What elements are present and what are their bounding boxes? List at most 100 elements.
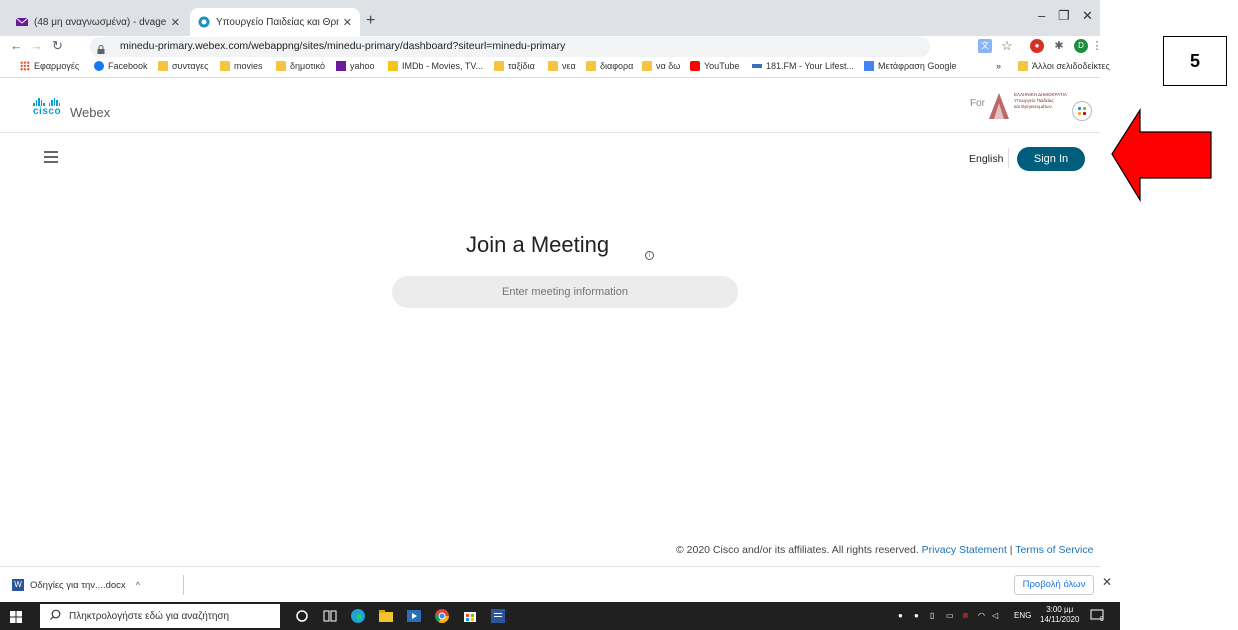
bookmark-folder[interactable]: συνταγες xyxy=(158,61,208,71)
tab-strip: (48 μη αναγνωσμένα) - dvagelal ✕ Υπουργε… xyxy=(0,0,1100,36)
word-app-icon[interactable] xyxy=(490,608,506,624)
page-footer: © 2020 Cisco and/or its affiliates. All … xyxy=(676,544,1093,556)
volume-icon[interactable]: ◁ xyxy=(992,611,998,620)
privacy-statement-link[interactable]: Privacy Statement xyxy=(922,544,1007,556)
chevron-up-icon[interactable]: ^ xyxy=(136,580,140,590)
page-title: Join a Meeting xyxy=(466,232,610,257)
cisco-logo[interactable]: cisco xyxy=(33,98,61,117)
cisco-wordmark: cisco xyxy=(33,106,62,117)
lock-icon[interactable] xyxy=(97,41,105,54)
clock-time: 3:00 μμ xyxy=(1046,605,1074,614)
imdb-icon xyxy=(388,61,398,71)
bookmark-folder[interactable]: movies xyxy=(220,61,263,71)
minimize-button[interactable]: – xyxy=(1038,8,1045,23)
folder-icon xyxy=(158,61,168,71)
bookmark-imdb[interactable]: IMDb - Movies, TV... xyxy=(388,61,483,71)
search-icon xyxy=(50,609,61,623)
tab-gmail[interactable]: (48 μη αναγνωσμένα) - dvagelal ✕ xyxy=(8,8,188,36)
input-language[interactable]: ENG xyxy=(1014,611,1031,620)
url-text: minedu-primary.webex.com/webappng/sites/… xyxy=(120,40,566,52)
close-download-shelf-icon[interactable]: ✕ xyxy=(1102,575,1112,589)
browser-window: (48 μη αναγνωσμένα) - dvagelal ✕ Υπουργε… xyxy=(0,0,1110,630)
show-all-downloads-button[interactable]: Προβολή όλων xyxy=(1014,575,1094,595)
bookmark-star-icon[interactable]: ☆ xyxy=(1000,39,1014,53)
address-bar[interactable]: minedu-primary.webex.com/webappng/sites/… xyxy=(90,37,930,57)
bookmark-folder[interactable]: νεα xyxy=(548,61,576,71)
forward-icon[interactable]: → xyxy=(30,38,43,53)
usb-icon[interactable]: ▯ xyxy=(930,611,934,620)
translate-icon xyxy=(864,61,874,71)
webex-header: cisco Webex xyxy=(0,78,1100,133)
search-placeholder: Πληκτρολογήστε εδώ για αναζήτηση xyxy=(69,610,230,622)
close-tab-icon[interactable]: ✕ xyxy=(343,16,352,29)
profile-avatar[interactable]: D xyxy=(1074,39,1088,53)
media-player-icon[interactable] xyxy=(406,608,422,624)
info-icon[interactable]: i xyxy=(645,251,654,260)
copyright-text: © 2020 Cisco and/or its affiliates. All … xyxy=(676,544,919,556)
bookmark-folder[interactable]: ταξίδια xyxy=(494,61,535,71)
bookmark-apps[interactable]: Εφαρμογές xyxy=(20,61,79,71)
extensions-puzzle-icon[interactable]: ✱ xyxy=(1052,39,1066,53)
navigation-bar: ← → ↻ minedu-primary.webex.com/webappng/… xyxy=(0,36,1103,58)
bookmarks-overflow-button[interactable]: » xyxy=(996,61,1001,71)
cortana-icon[interactable] xyxy=(294,608,310,624)
windows-start-icon[interactable] xyxy=(10,610,22,623)
antivirus-icon[interactable]: ⊗ xyxy=(962,611,969,620)
file-explorer-icon[interactable] xyxy=(378,608,394,624)
edge-icon[interactable] xyxy=(350,608,366,624)
windows-taskbar: Πληκτρολογήστε εδώ για αναζήτηση ● ● ▯ ▭… xyxy=(0,602,1120,630)
security-icon[interactable]: ● xyxy=(914,611,919,620)
network-status-icon[interactable]: ● xyxy=(898,611,903,620)
sign-in-button[interactable]: Sign In xyxy=(1017,147,1085,171)
taskbar-search-input[interactable]: Πληκτρολογήστε εδώ για αναζήτηση xyxy=(40,604,280,628)
store-icon[interactable] xyxy=(462,608,478,624)
divider xyxy=(1008,148,1009,168)
other-bookmarks[interactable]: Άλλοι σελιδοδείκτες xyxy=(1018,61,1110,71)
meeting-info-input[interactable] xyxy=(392,276,738,308)
close-tab-icon[interactable]: ✕ xyxy=(171,16,180,29)
cisco-bars-icon xyxy=(33,98,61,106)
bookmark-facebook[interactable]: Facebook xyxy=(94,61,148,71)
restore-button[interactable]: ❐ xyxy=(1058,8,1070,24)
reload-icon[interactable]: ↻ xyxy=(52,38,63,54)
adblock-icon[interactable]: ● xyxy=(1030,39,1044,53)
battery-icon[interactable]: ▭ xyxy=(946,611,954,620)
language-selector[interactable]: English xyxy=(969,153,1003,165)
folder-icon xyxy=(642,61,652,71)
new-tab-button[interactable]: + xyxy=(366,12,375,30)
radio-icon xyxy=(752,64,762,68)
bookmark-folder[interactable]: δημοτικό xyxy=(276,61,325,71)
translate-page-icon[interactable]: 文 xyxy=(978,39,992,53)
apps-launcher-icon[interactable] xyxy=(1072,101,1092,121)
tab-title: Υπουργείο Παιδείας και Θρησκ xyxy=(216,16,339,28)
back-icon[interactable]: ← xyxy=(10,38,23,53)
bookmark-yahoo[interactable]: yahoo xyxy=(336,61,375,71)
tab-webex[interactable]: Υπουργείο Παιδείας και Θρησκ ✕ xyxy=(190,8,360,36)
folder-icon xyxy=(494,61,504,71)
mail-icon xyxy=(336,61,346,71)
bookmark-181fm[interactable]: 181.FM - Your Lifest... xyxy=(752,61,854,71)
bookmark-translate[interactable]: Μετάφραση Google xyxy=(864,61,956,71)
folder-icon xyxy=(276,61,286,71)
menu-dots-icon[interactable]: ⋮ xyxy=(1090,39,1104,53)
task-view-icon[interactable] xyxy=(322,608,338,624)
notification-count-badge: 9 xyxy=(1100,616,1104,623)
hamburger-menu-icon[interactable] xyxy=(44,151,58,163)
download-item[interactable]: W Οδηγίες για την....docx ^ xyxy=(8,575,184,595)
folder-icon xyxy=(1018,61,1028,71)
tab-title: (48 μη αναγνωσμένα) - dvagelal xyxy=(34,16,167,28)
mail-icon xyxy=(15,16,29,28)
system-clock[interactable]: 3:00 μμ 14/11/2020 xyxy=(1040,605,1079,625)
bookmark-youtube[interactable]: YouTube xyxy=(690,61,739,71)
chrome-icon[interactable] xyxy=(434,608,450,624)
wifi-icon[interactable]: ◠ xyxy=(978,611,985,620)
close-window-button[interactable]: ✕ xyxy=(1082,8,1093,24)
folder-icon xyxy=(586,61,596,71)
facebook-icon xyxy=(94,61,104,71)
bookmark-folder[interactable]: διαφορα xyxy=(586,61,633,71)
download-shelf: W Οδηγίες για την....docx ^ Προβολή όλων xyxy=(0,566,1100,602)
download-filename: Οδηγίες για την....docx xyxy=(30,579,126,591)
terms-of-service-link[interactable]: Terms of Service xyxy=(1015,544,1093,556)
bookmark-folder[interactable]: να δω xyxy=(642,61,680,71)
ministry-name: ΕΛΛΗΝΙΚΗ ΔΗΜΟΚΡΑΤΙΑ Υπουργείο Παιδείας κ… xyxy=(1014,92,1067,109)
